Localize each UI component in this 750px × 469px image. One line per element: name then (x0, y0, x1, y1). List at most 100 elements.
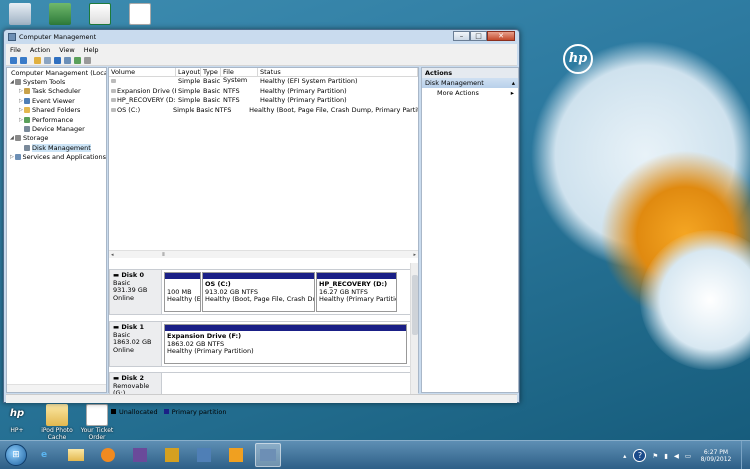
menu-file[interactable]: File (10, 46, 21, 54)
tree-item-system-tools[interactable]: ◢ System Tools (7, 77, 106, 86)
services-icon (14, 154, 21, 161)
taskbar: ⊞ e ▴ ? ⚑ ▮ ◀ ▭ 6:27 PM 8/09/2012 (0, 440, 750, 469)
show-desktop-button[interactable] (741, 441, 750, 469)
file-explorer-icon[interactable] (63, 443, 89, 467)
actions-pane: Actions Disk Management ▴ More Actions ▸ (421, 67, 519, 393)
clock-icon (24, 88, 30, 95)
disk-view-scrollbar[interactable] (410, 263, 418, 394)
tree-item-services-applications[interactable]: ▷ Services and Applications (7, 153, 106, 162)
volume-table-header: Volume Layout Type File System Status (109, 68, 418, 84)
internet-explorer-icon[interactable]: e (31, 443, 57, 467)
unallocated-swatch (111, 409, 116, 414)
back-icon[interactable] (10, 56, 17, 64)
menu-action[interactable]: Action (30, 46, 50, 54)
show-hidden-icons-icon[interactable]: ▴ (623, 452, 626, 460)
forward-icon[interactable] (20, 56, 27, 64)
minimize-button[interactable]: – (453, 31, 470, 41)
power-icon[interactable]: ▭ (685, 452, 691, 460)
collapse-up-icon[interactable]: ▴ (512, 78, 515, 88)
column-volume[interactable]: Volume (109, 68, 176, 76)
photo-file-icon[interactable] (43, 3, 77, 26)
close-button[interactable]: ✕ (487, 31, 515, 41)
title-bar[interactable]: Computer Management (4, 30, 519, 43)
performance-icon (24, 116, 30, 123)
table-row[interactable]: Expansion Drive (F:) Simple Basic NTFS H… (109, 87, 418, 97)
show-tree-icon[interactable] (44, 56, 51, 64)
disk-1[interactable]: ▬ Disk 1 Basic 1863.02 GB Online Expansi… (109, 321, 411, 367)
scroll-grip-icon: ⦀ (162, 251, 165, 258)
submenu-arrow-icon: ▸ (510, 89, 514, 97)
disk-management-icon (24, 144, 30, 151)
system-tray: ▴ ? ⚑ ▮ ◀ ▭ 6:27 PM 8/09/2012 (623, 441, 750, 469)
help-icon[interactable] (54, 56, 61, 64)
menu-help[interactable]: Help (84, 46, 99, 54)
hp-icon: hp (9, 408, 25, 419)
email-icon (86, 404, 108, 426)
menu-view[interactable]: View (59, 46, 74, 54)
toolbar (6, 55, 517, 66)
export-icon[interactable] (84, 56, 91, 64)
disk-0[interactable]: ▬ Disk 0 Basic 931.39 GB Online 100 MB He… (109, 269, 411, 315)
tree-item-performance[interactable]: ▷ Performance (7, 115, 106, 124)
hp-plus-shortcut[interactable]: hp HP+ (0, 404, 34, 434)
disk-legend: Unallocated Primary partition (109, 407, 226, 416)
partition-hp-recovery-d[interactable]: HP_RECOVERY (D:) 16.27 GB NTFS Healthy (Pr… (316, 272, 397, 312)
partition-os-c[interactable]: OS (C:) 913.02 GB NTFS Healthy (Boot, Page… (202, 272, 315, 312)
partition-list (162, 372, 411, 394)
partition-expansion-drive-f[interactable]: Expansion Drive (F:) 1863.02 GB NTFS Healt… (164, 324, 407, 364)
clock-date: 8/09/2012 (700, 455, 732, 463)
disk-info: ▬ Disk 2 Removable (G:) No Media (109, 372, 162, 394)
email-file-icon[interactable] (123, 3, 157, 26)
recycle-bin-icon[interactable] (3, 3, 37, 26)
volume-hscrollbar[interactable]: ◂ ⦀ ▸ (109, 250, 418, 258)
properties-icon[interactable] (64, 56, 71, 64)
hp-logo-icon: hp (563, 44, 593, 74)
volume-icon (111, 79, 116, 83)
tree-item-event-viewer[interactable]: ▷ Event Viewer (7, 96, 106, 105)
column-type[interactable]: Type (201, 68, 221, 76)
help-tray-icon[interactable]: ? (633, 449, 647, 462)
table-row[interactable]: Simple Basic Healthy (EFI System Partiti… (109, 77, 418, 87)
legend-primary: Primary partition (171, 407, 227, 416)
disk-2[interactable]: ▬ Disk 2 Removable (G:) No Media (109, 372, 411, 394)
tree-item-disk-management[interactable]: Disk Management (7, 143, 106, 152)
volume-icon[interactable]: ◀ (674, 452, 679, 460)
table-row[interactable]: HP_RECOVERY (D:) Simple Basic NTFS Healt… (109, 96, 418, 106)
computer-management-taskbar-button[interactable] (255, 443, 281, 467)
action-center-icon[interactable]: ⚑ (652, 452, 658, 460)
tree-item-device-manager[interactable]: Device Manager (7, 124, 106, 133)
computer-management-window[interactable]: Computer Management – □ ✕ File Action Vi… (3, 29, 520, 416)
start-button[interactable]: ⊞ (5, 444, 27, 466)
tree-item-task-scheduler[interactable]: ▷ Task Scheduler (7, 87, 106, 96)
media-player-icon[interactable] (95, 443, 121, 467)
outlook-icon[interactable] (223, 443, 249, 467)
disk-info: ▬ Disk 1 Basic 1863.02 GB Online (109, 321, 162, 367)
tree-item-computer-management[interactable]: Computer Management (Local (7, 68, 106, 77)
ipod-photo-cache-folder[interactable]: iPod Photo Cache (40, 404, 74, 441)
actions-section-disk-management[interactable]: Disk Management ▴ (422, 78, 518, 88)
excel-file-icon[interactable] (83, 3, 117, 26)
tree-hscrollbar[interactable] (7, 384, 106, 392)
scroll-right-icon: ▸ (413, 251, 416, 258)
network-app-icon[interactable] (191, 443, 217, 467)
office-app-icon[interactable] (159, 443, 185, 467)
refresh-icon[interactable] (74, 56, 81, 64)
partition-list: Expansion Drive (F:) 1863.02 GB NTFS Healt… (162, 321, 411, 367)
table-row[interactable]: OS (C:) Simple Basic NTFS Healthy (Boot,… (109, 106, 418, 116)
partition-efi[interactable]: 100 MBHealthy (EFI (164, 272, 201, 312)
column-status[interactable]: Status (258, 68, 418, 76)
up-icon[interactable] (34, 56, 41, 64)
computer-management-icon (8, 32, 16, 41)
tools-icon (15, 79, 21, 86)
partition-list: 100 MBHealthy (EFI OS (C:)913.02 GB NTFS… (162, 269, 411, 315)
column-layout[interactable]: Layout (176, 68, 201, 76)
visual-studio-icon[interactable] (127, 443, 153, 467)
maximize-button[interactable]: □ (470, 31, 487, 41)
tree-item-storage[interactable]: ◢ Storage (7, 134, 106, 143)
network-icon[interactable]: ▮ (664, 452, 668, 460)
folder-icon (46, 404, 68, 426)
more-actions-item[interactable]: More Actions ▸ (422, 88, 518, 98)
tree-item-shared-folders[interactable]: ▷ Shared Folders (7, 106, 106, 115)
clock[interactable]: 6:27 PM 8/09/2012 (696, 449, 736, 463)
column-file-system[interactable]: File System (221, 68, 258, 84)
